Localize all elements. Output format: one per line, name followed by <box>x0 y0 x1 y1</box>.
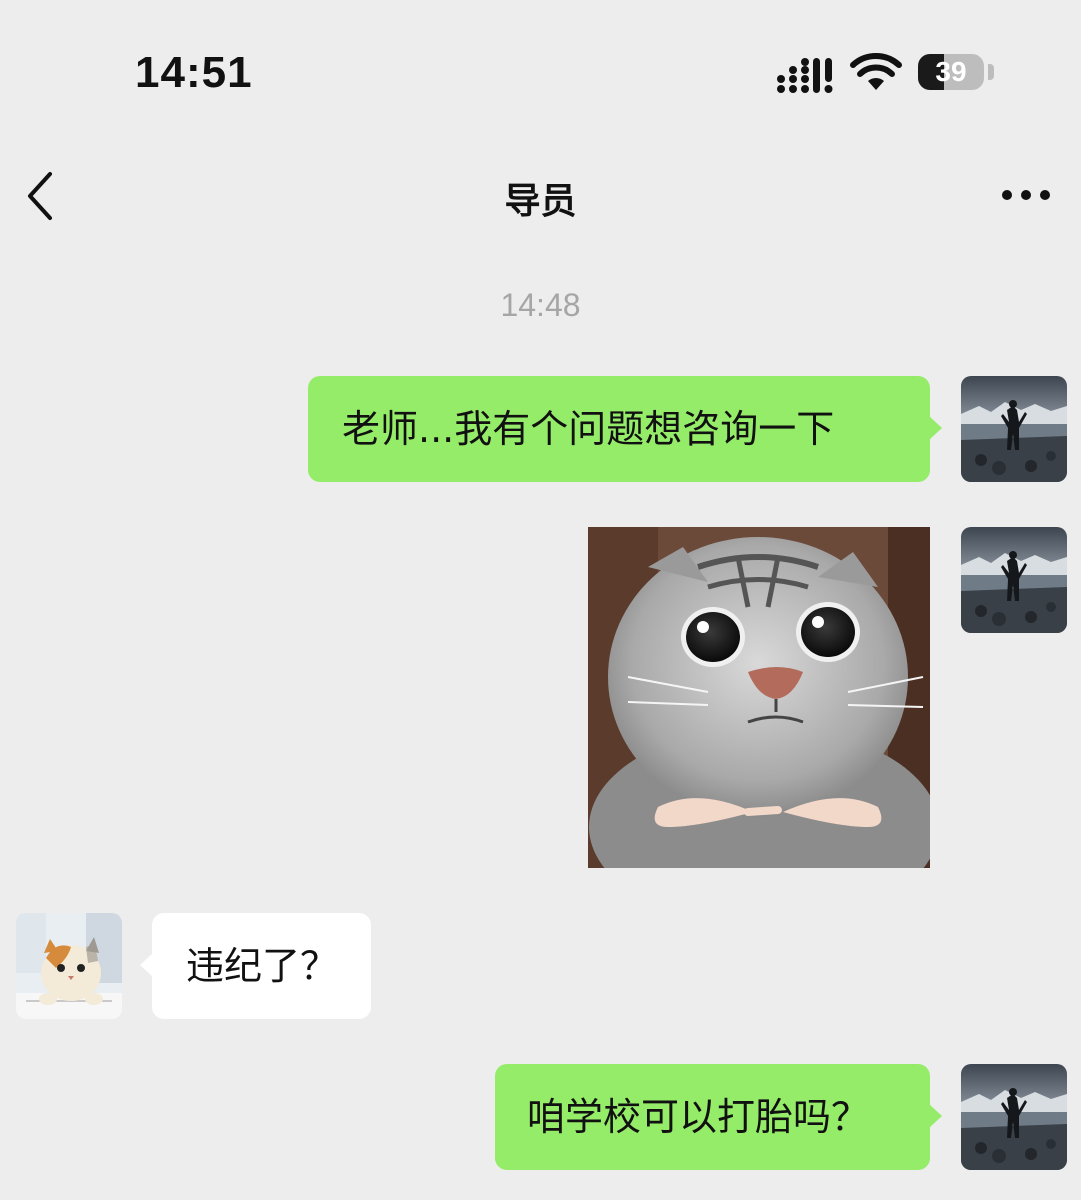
cellular-signal-icon <box>777 58 833 93</box>
my-message-bubble[interactable]: 咱学校可以打胎吗？ <box>495 1064 942 1170</box>
my-avatar[interactable] <box>961 376 1067 482</box>
my-avatar[interactable] <box>961 1064 1067 1170</box>
wifi-icon <box>850 53 902 90</box>
contact-message-bubble[interactable]: 违纪了？ <box>140 913 371 1019</box>
battery-level-text: 39 <box>935 56 967 87</box>
status-time: 14:51 <box>135 48 253 97</box>
more-options-button[interactable] <box>998 180 1054 210</box>
message-text: 咱学校可以打胎吗？ <box>527 1095 870 1139</box>
battery-nub <box>988 64 994 80</box>
my-avatar[interactable] <box>961 527 1067 633</box>
cat-sticker-image[interactable] <box>588 527 930 868</box>
contact-avatar[interactable] <box>16 913 122 1019</box>
battery-icon: 39 <box>918 54 984 90</box>
my-message-bubble[interactable]: 老师...我有个问题想咨询一下 <box>308 376 942 482</box>
message-text: 老师...我有个问题想咨询一下 <box>342 407 835 451</box>
chat-title: 导员 <box>504 181 577 222</box>
message-timestamp: 14:48 <box>500 287 581 323</box>
message-text: 违纪了？ <box>186 944 339 988</box>
ellipsis-icon <box>1002 190 1050 200</box>
